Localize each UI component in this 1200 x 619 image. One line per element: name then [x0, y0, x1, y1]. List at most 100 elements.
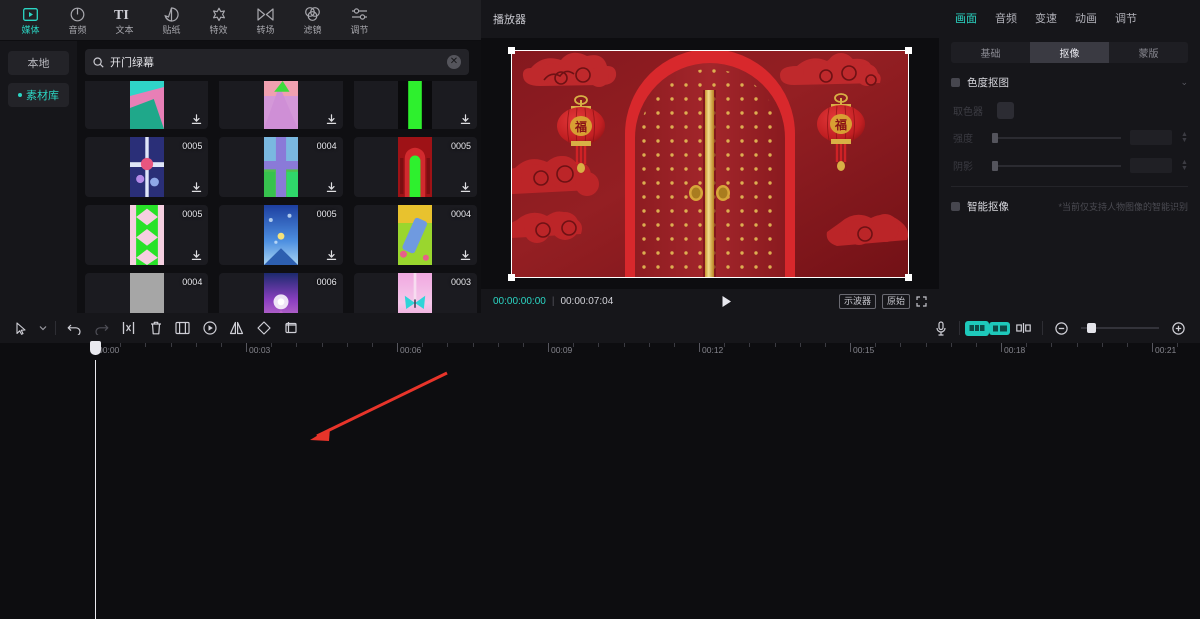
shadow-value[interactable]	[1130, 158, 1172, 173]
smart-matting-row[interactable]: 智能抠像 *当前仅支持人物图像的智能识别	[951, 199, 1188, 214]
media-grid-item[interactable]: 0004	[219, 137, 342, 197]
rotate-icon[interactable]	[250, 313, 277, 343]
nav-tab-filter[interactable]: 滤镜	[290, 0, 335, 40]
shadow-slider-row[interactable]: 阴影 ▲▼	[951, 158, 1188, 173]
shadow-slider[interactable]	[992, 165, 1121, 167]
resize-handle-br[interactable]	[905, 274, 912, 281]
inspector-tab[interactable]: 调节	[1115, 10, 1137, 26]
download-icon[interactable]	[326, 250, 337, 261]
playhead[interactable]	[95, 360, 96, 619]
cutout-icon[interactable]	[277, 313, 304, 343]
chroma-key-checkbox[interactable]	[951, 78, 960, 87]
inspector-segment[interactable]: 基础	[951, 42, 1030, 63]
inspector-tab[interactable]: 音频	[995, 10, 1017, 26]
media-grid-item[interactable]: 0004	[85, 273, 208, 313]
preview-canvas-wrap[interactable]: 福	[511, 50, 909, 278]
chroma-key-row[interactable]: 色度抠图 ⌄	[951, 75, 1188, 90]
inspector-segment[interactable]: 蒙版	[1109, 42, 1188, 63]
search-input[interactable]: 开门绿幕 ✕	[85, 49, 469, 75]
chevron-down-icon[interactable]	[35, 313, 50, 343]
link-clip-icon[interactable]	[989, 322, 1010, 335]
zoom-slider-knob[interactable]	[1087, 323, 1096, 333]
nav-tab-sticker[interactable]: 贴纸	[149, 0, 194, 40]
active-dot-icon	[18, 93, 22, 97]
slider-knob[interactable]	[992, 133, 998, 143]
ruler-minor-tick	[649, 343, 650, 347]
smart-matting-checkbox[interactable]	[951, 202, 960, 211]
ruler-minor-tick	[171, 343, 172, 347]
resize-handle-tl[interactable]	[508, 47, 515, 54]
delete-icon[interactable]	[142, 313, 169, 343]
download-icon[interactable]	[191, 182, 202, 193]
split-icon[interactable]	[115, 313, 142, 343]
freeze-frame-icon[interactable]	[196, 313, 223, 343]
nav-tab-transition[interactable]: 转场	[243, 0, 288, 40]
inspector-tab[interactable]: 动画	[1075, 10, 1097, 26]
scope-button[interactable]: 示波器	[839, 294, 876, 309]
inspector-segment[interactable]: 抠像	[1030, 42, 1109, 63]
crop-icon[interactable]	[169, 313, 196, 343]
intensity-slider-row[interactable]: 强度 ▲▼	[951, 130, 1188, 145]
auto-caption-icon[interactable]	[965, 321, 989, 336]
media-grid-item[interactable]: 0005	[219, 205, 342, 265]
inspector-tab[interactable]: 变速	[1035, 10, 1057, 26]
search-row: 开门绿幕 ✕	[77, 41, 481, 81]
media-grid-item[interactable]	[85, 81, 208, 129]
filter-icon	[304, 6, 321, 23]
intensity-stepper[interactable]: ▲▼	[1181, 132, 1188, 144]
color-picker-row[interactable]: 取色器	[951, 102, 1188, 119]
media-grid-item[interactable]: 0004	[354, 205, 477, 265]
sidebar-item-library[interactable]: 素材库	[8, 83, 69, 107]
media-grid-item[interactable]: 0006	[219, 273, 342, 313]
playhead-grip[interactable]	[90, 341, 101, 355]
split-track-icon[interactable]	[1010, 313, 1037, 343]
download-icon[interactable]	[191, 250, 202, 261]
time-separator: |	[552, 296, 555, 307]
download-icon[interactable]	[460, 250, 471, 261]
chevron-down-icon[interactable]: ⌄	[1180, 77, 1188, 88]
intensity-value[interactable]	[1130, 130, 1172, 145]
zoom-slider[interactable]	[1081, 327, 1159, 329]
inspector-tab[interactable]: 画面	[955, 10, 977, 26]
media-thumbnail	[264, 205, 298, 265]
zoom-in-icon[interactable]	[1165, 313, 1192, 343]
resize-handle-bl[interactable]	[508, 274, 515, 281]
nav-tab-adjust[interactable]: 调节	[337, 0, 382, 40]
sidebar-item-local[interactable]: 本地	[8, 51, 69, 75]
timeline-ruler[interactable]: 00:0000:0300:0600:0900:1200:1500:1800:21	[0, 343, 1200, 360]
microphone-icon[interactable]	[927, 313, 954, 343]
undo-icon[interactable]	[61, 313, 88, 343]
nav-tab-audio[interactable]: 音频	[55, 0, 100, 40]
shadow-stepper[interactable]: ▲▼	[1181, 160, 1188, 172]
media-grid-item[interactable]: 0005	[354, 137, 477, 197]
nav-tab-media[interactable]: 媒体	[8, 0, 53, 40]
download-icon[interactable]	[191, 114, 202, 125]
nav-tab-text[interactable]: TI 文本	[102, 0, 147, 40]
redo-icon[interactable]	[88, 313, 115, 343]
media-grid-item[interactable]: 0003	[354, 273, 477, 313]
nav-tab-effects[interactable]: 特效	[196, 0, 241, 40]
download-icon[interactable]	[460, 182, 471, 193]
resize-handle-tr[interactable]	[905, 47, 912, 54]
media-thumbnail	[264, 137, 298, 197]
fullscreen-icon[interactable]	[916, 296, 927, 307]
media-grid-item[interactable]: 0005	[85, 205, 208, 265]
close-icon[interactable]: ✕	[447, 55, 461, 69]
download-icon[interactable]	[326, 114, 337, 125]
media-grid-item[interactable]	[219, 81, 342, 129]
mirror-icon[interactable]	[223, 313, 250, 343]
media-grid-item[interactable]: 0005	[85, 137, 208, 197]
color-picker-swatch[interactable]	[997, 102, 1014, 119]
download-icon[interactable]	[326, 182, 337, 193]
media-grid-item[interactable]	[354, 81, 477, 129]
chroma-key-label: 色度抠图	[967, 75, 1009, 90]
zoom-out-icon[interactable]	[1048, 313, 1075, 343]
slider-knob[interactable]	[992, 161, 998, 171]
ruler-minor-tick	[1102, 343, 1103, 347]
play-icon[interactable]	[720, 295, 733, 308]
select-cursor-icon[interactable]	[8, 313, 35, 343]
download-icon[interactable]	[460, 114, 471, 125]
media-grid-scroll[interactable]: 0005 0004 0005 0005 0005	[77, 81, 481, 313]
original-button[interactable]: 原始	[882, 294, 910, 309]
intensity-slider[interactable]	[992, 137, 1121, 139]
